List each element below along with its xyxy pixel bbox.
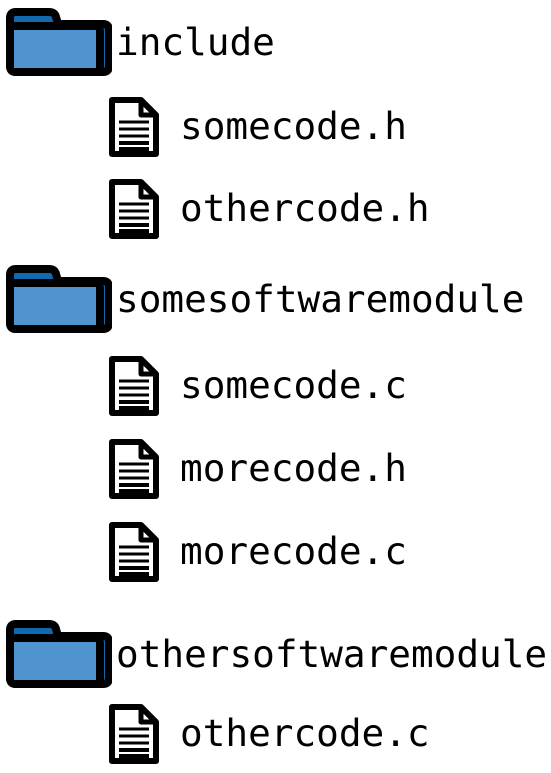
file-icon-svg xyxy=(109,704,159,764)
folder-row[interactable]: include xyxy=(0,8,275,78)
file-row[interactable]: othercode.c xyxy=(0,700,430,768)
folder-row[interactable]: somesoftwaremodule xyxy=(0,265,524,335)
folder-icon-svg xyxy=(6,8,113,76)
folder-icon xyxy=(5,265,113,335)
file-icon-svg xyxy=(109,439,159,499)
file-label: othercode.h xyxy=(180,186,430,231)
folder-icon xyxy=(5,620,113,690)
file-row[interactable]: morecode.c xyxy=(0,518,407,586)
file-icon-svg xyxy=(109,179,159,239)
file-icon xyxy=(105,93,163,161)
file-label: somecode.h xyxy=(180,104,407,149)
file-icon xyxy=(105,700,163,768)
file-row[interactable]: somecode.h xyxy=(0,93,407,161)
file-icon xyxy=(105,175,163,243)
folder-icon-svg xyxy=(6,620,113,688)
file-label: morecode.c xyxy=(180,529,407,574)
file-row[interactable]: somecode.c xyxy=(0,352,407,420)
file-row[interactable]: othercode.h xyxy=(0,175,430,243)
folder-icon xyxy=(5,8,113,78)
folder-label: include xyxy=(116,20,275,65)
file-label: somecode.c xyxy=(180,363,407,408)
file-icon-svg xyxy=(109,97,159,157)
folder-icon-svg xyxy=(6,265,113,333)
file-row[interactable]: morecode.h xyxy=(0,435,407,503)
file-icon-svg xyxy=(109,522,159,582)
folder-label: othersoftwaremodule xyxy=(116,632,548,677)
file-icon xyxy=(105,435,163,503)
file-icon xyxy=(105,352,163,420)
folder-row[interactable]: othersoftwaremodule xyxy=(0,620,547,690)
file-label: othercode.c xyxy=(180,711,430,756)
file-icon xyxy=(105,518,163,586)
file-label: morecode.h xyxy=(180,446,407,491)
file-icon-svg xyxy=(109,356,159,416)
folder-label: somesoftwaremodule xyxy=(116,277,525,322)
directory-tree: include somecode.h othercode.h somesoftw… xyxy=(0,0,551,773)
